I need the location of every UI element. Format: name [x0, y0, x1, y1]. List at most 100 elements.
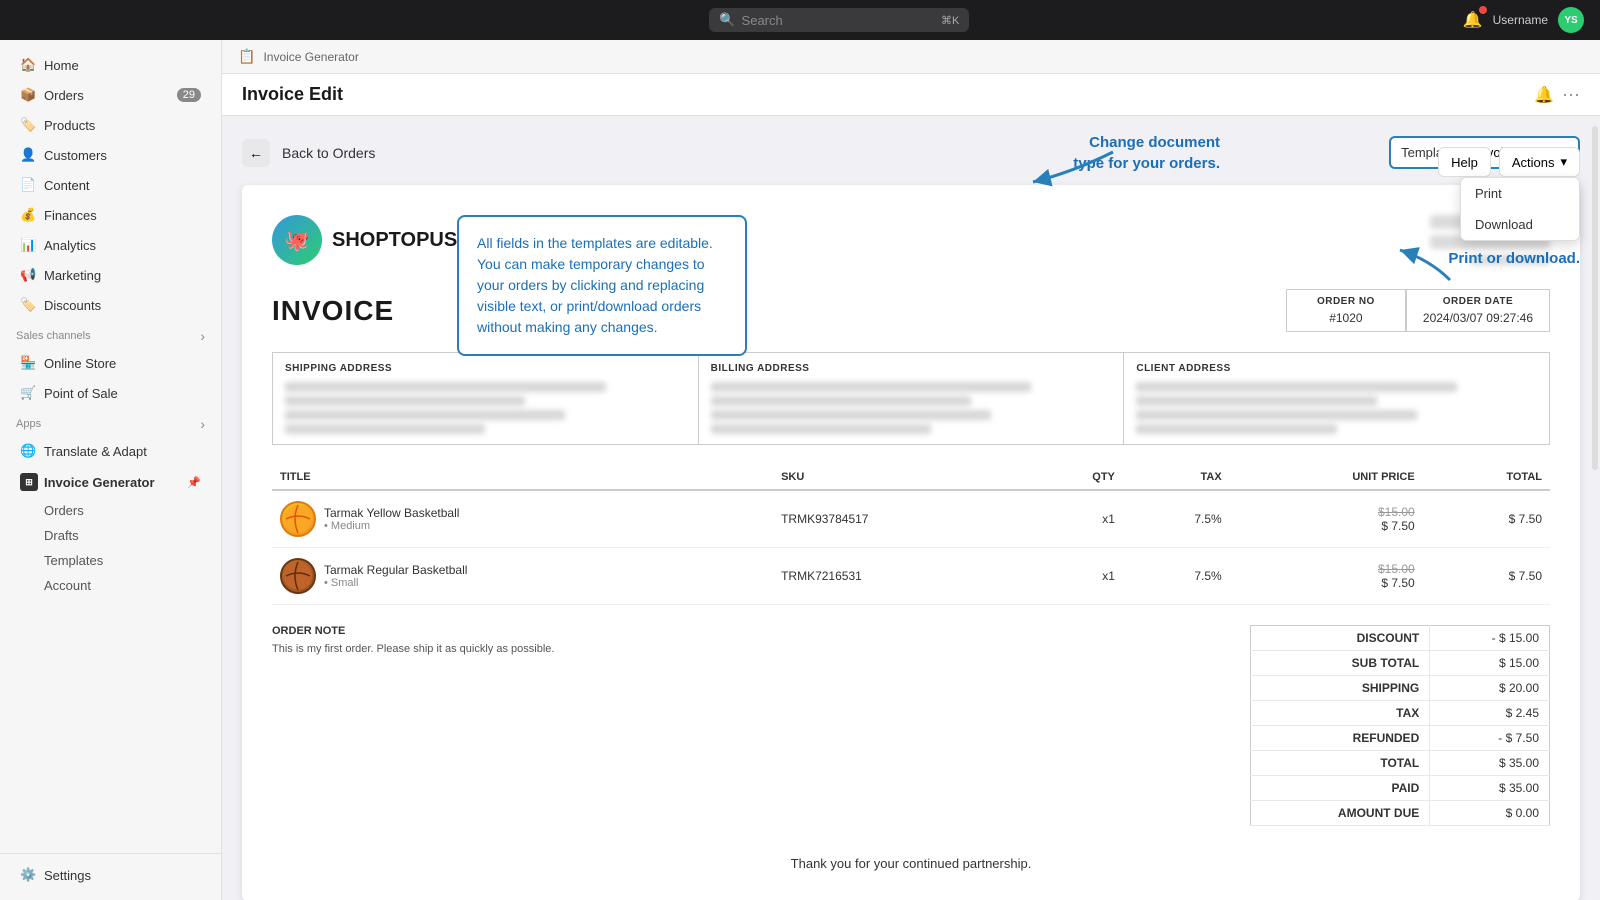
order-bottom-section: ORDER NOTE This is my first order. Pleas…: [272, 625, 1550, 826]
print-download-callout: Print or download.: [1448, 250, 1580, 267]
order-no-value[interactable]: #1020: [1303, 311, 1389, 325]
apps-section: Apps ›: [0, 408, 221, 436]
item-1-info: Tarmak Yellow Basketball • Medium: [324, 506, 459, 532]
order-note-text[interactable]: This is my first order. Please ship it a…: [272, 643, 1230, 655]
item-2-info: Tarmak Regular Basketball • Small: [324, 563, 467, 589]
content-icon: 📄: [20, 177, 36, 193]
sidebar-item-discounts[interactable]: 🏷️ Discounts: [6, 291, 215, 319]
order-no-box: ORDER NO #1020: [1286, 289, 1406, 332]
item-1-sku[interactable]: TRMK93784517: [773, 490, 1028, 548]
total-row-tax: TAX $ 2.45: [1251, 701, 1550, 726]
search-placeholder: Search: [742, 13, 783, 28]
main-layout: 🏠 Home 📦 Orders 29 🏷️ Products 👤 Custome…: [0, 40, 1600, 900]
back-arrow-icon: ←: [249, 145, 263, 161]
shipping-blur-4: [285, 424, 485, 434]
total-value: - $ 15.00: [1430, 626, 1550, 651]
sidebar-sub-orders[interactable]: Orders: [6, 499, 215, 522]
arrow-icon: [1380, 240, 1460, 290]
user-name: Username: [1493, 13, 1548, 27]
total-row-discount: DISCOUNT - $ 15.00: [1251, 626, 1550, 651]
sidebar-item-settings[interactable]: ⚙️ Settings: [6, 861, 215, 889]
back-button[interactable]: ←: [242, 139, 270, 167]
sidebar-item-label: Marketing: [44, 268, 101, 283]
actions-label: Actions: [1512, 155, 1555, 170]
search-shortcut: ⌘K: [941, 14, 959, 27]
item-1-image: [280, 501, 316, 537]
sidebar-item-home[interactable]: 🏠 Home: [6, 51, 215, 79]
order-date-label: ORDER DATE: [1423, 296, 1533, 307]
col-total: TOTAL: [1423, 465, 1550, 490]
sidebar-sub-templates[interactable]: Templates: [6, 549, 215, 572]
sidebar-item-pos[interactable]: 🛒 Point of Sale: [6, 379, 215, 407]
total-row-subtotal: SUB TOTAL $ 15.00: [1251, 651, 1550, 676]
help-button[interactable]: Help: [1438, 147, 1491, 177]
col-qty: QTY: [1028, 465, 1123, 490]
billing-blur-4: [711, 424, 931, 434]
actions-print-item[interactable]: Print: [1461, 178, 1579, 209]
sidebar-item-translate[interactable]: 🌐 Translate & Adapt: [6, 437, 215, 465]
sidebar-item-label: Products: [44, 118, 95, 133]
sidebar-item-label: Home: [44, 58, 79, 73]
sidebar-sub-account[interactable]: Account: [6, 574, 215, 597]
billing-blur-3: [711, 410, 991, 420]
col-tax: TAX: [1123, 465, 1230, 490]
invoice-container: ← Back to Orders Templates: Invoice Quot…: [222, 116, 1600, 900]
invoice-doc-type[interactable]: INVOICE: [272, 295, 394, 327]
sub-templates-label: Templates: [44, 553, 103, 568]
item-2-unit-price: $15.00 $ 7.50: [1230, 548, 1423, 605]
arrow-icon: [1013, 142, 1133, 202]
invoice-logo: 🐙 SHOPTOPUS: [272, 215, 457, 265]
scrollbar[interactable]: [1592, 126, 1598, 470]
notification-bell[interactable]: 🔔: [1463, 10, 1483, 30]
table-row: Tarmak Regular Basketball • Small TRMK72…: [272, 548, 1550, 605]
item-1-total: $ 7.50: [1423, 490, 1550, 548]
page-actions-area: Help Actions ▾: [1438, 147, 1580, 177]
online-store-icon: 🏪: [20, 355, 36, 371]
order-date-value[interactable]: 2024/03/07 09:27:46: [1423, 311, 1533, 325]
sidebar-item-orders[interactable]: 📦 Orders 29: [6, 81, 215, 109]
total-row-amount-due: AMOUNT DUE $ 0.00: [1251, 801, 1550, 826]
sidebar-item-label: Point of Sale: [44, 386, 118, 401]
discounts-icon: 🏷️: [20, 297, 36, 313]
item-1-name[interactable]: Tarmak Yellow Basketball: [324, 506, 459, 520]
sidebar-item-online-store[interactable]: 🏪 Online Store: [6, 349, 215, 377]
more-options-icon[interactable]: ···: [1562, 84, 1580, 105]
item-1-variant: • Medium: [324, 520, 459, 532]
logo-icon: 🐙: [272, 215, 322, 265]
order-no-label: ORDER NO: [1303, 296, 1389, 307]
item-2-variant: • Small: [324, 577, 467, 589]
shipping-blur-1: [285, 382, 606, 392]
logo-emoji: 🐙: [285, 228, 310, 253]
editable-fields-text: All fields in the templates are editable…: [477, 235, 713, 335]
sidebar-item-content[interactable]: 📄 Content: [6, 171, 215, 199]
client-blur-4: [1136, 424, 1336, 434]
sidebar-item-finances[interactable]: 💰 Finances: [6, 201, 215, 229]
avatar[interactable]: YS: [1558, 7, 1584, 33]
sidebar-sub-drafts[interactable]: Drafts: [6, 524, 215, 547]
actions-button[interactable]: Actions ▾: [1499, 147, 1580, 177]
item-2-name[interactable]: Tarmak Regular Basketball: [324, 563, 467, 577]
sidebar-item-products[interactable]: 🏷️ Products: [6, 111, 215, 139]
analytics-icon: 📊: [20, 237, 36, 253]
thank-you-text: Thank you for your continued partnership…: [272, 846, 1550, 871]
sidebar-item-analytics[interactable]: 📊 Analytics: [6, 231, 215, 259]
company-name[interactable]: SHOPTOPUS: [332, 229, 457, 252]
actions-download-item[interactable]: Download: [1461, 209, 1579, 240]
item-2-sku[interactable]: TRMK7216531: [773, 548, 1028, 605]
totals-table: DISCOUNT - $ 15.00 SUB TOTAL $ 15.00 SHI…: [1250, 625, 1550, 826]
item-1-price-strike: $15.00: [1378, 505, 1415, 519]
sidebar-item-customers[interactable]: 👤 Customers: [6, 141, 215, 169]
total-label: TAX: [1251, 701, 1430, 726]
shipping-blur-3: [285, 410, 565, 420]
total-value: $ 20.00: [1430, 676, 1550, 701]
total-label: REFUNDED: [1251, 726, 1430, 751]
col-sku: SKU: [773, 465, 1028, 490]
search-bar[interactable]: 🔍 Search ⌘K: [709, 8, 969, 32]
col-title: TITLE: [272, 465, 773, 490]
sidebar-item-marketing[interactable]: 📢 Marketing: [6, 261, 215, 289]
page-title-bar: Invoice Edit 🔔 ···: [222, 74, 1600, 116]
sidebar-item-invoice-generator[interactable]: ⊞ Invoice Generator 📌: [6, 467, 215, 497]
item-2-title-cell: Tarmak Regular Basketball • Small: [272, 548, 773, 605]
notification-icon-header: 🔔: [1534, 85, 1554, 105]
back-to-orders-link[interactable]: Back to Orders: [282, 145, 375, 161]
